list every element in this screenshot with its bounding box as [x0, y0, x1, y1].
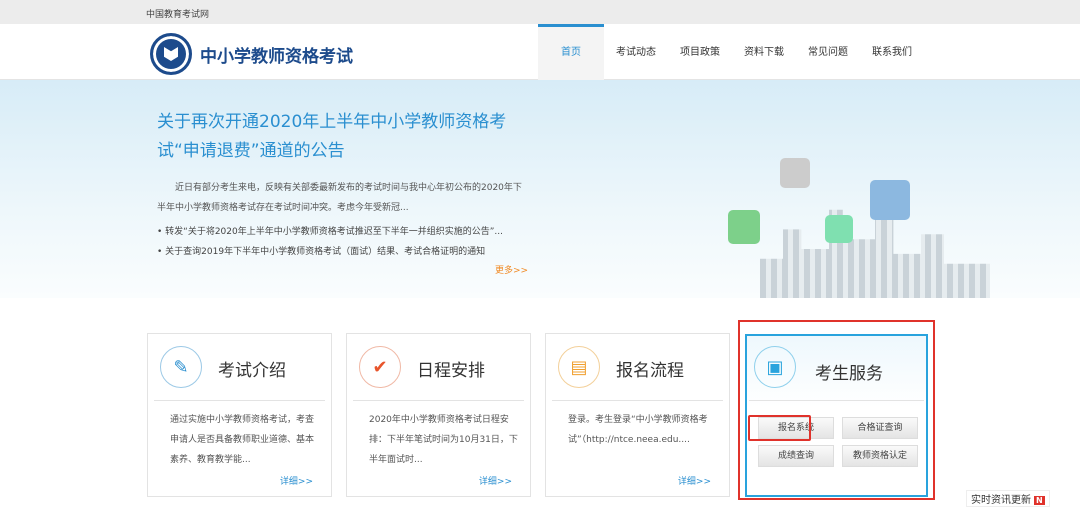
nav-downloads[interactable]: 资料下载 [732, 24, 796, 80]
card-exam-intro[interactable]: ✎ 考试介绍 通过实施中小学教师资格考试，考查申请人是否具备教师职业道德、基本素… [147, 333, 332, 497]
nav-faq[interactable]: 常见问题 [796, 24, 860, 80]
banner: 关于再次开通2020年上半年中小学教师资格考试“申请退费”通道的公告 近日有部分… [0, 80, 1080, 298]
header: 中小学教师资格考试 首页 考试动态 项目政策 资料下载 常见问题 联系我们 [0, 24, 1080, 80]
main-nav: 首页 考试动态 项目政策 资料下载 常见问题 联系我们 [538, 24, 924, 80]
highlight-box: ▣ 考生服务 报名系统 合格证查询 成绩查询 教师资格认定 [738, 320, 935, 500]
cube-illustration [825, 215, 853, 243]
teacher-certification-button[interactable]: 教师资格认定 [842, 445, 918, 467]
banner-title[interactable]: 关于再次开通2020年上半年中小学教师资格考试“申请退费”通道的公告 [157, 108, 517, 166]
card-more-link[interactable]: 详细>> [280, 474, 313, 487]
card-title: 考生服务 [815, 364, 883, 384]
contacts-icon: ▣ [754, 346, 796, 388]
live-updates[interactable]: 实时资讯更新 N [966, 490, 1050, 507]
top-bar: 中国教育考试网 [0, 0, 1080, 24]
banner-summary: 近日有部分考生来电，反映有关部委最新发布的考试时间与我中心年初公布的2020年下… [157, 183, 522, 213]
site-link[interactable]: 中国教育考试网 [146, 10, 209, 20]
news-link[interactable]: 转发“关于将2020年上半年中小学教师资格考试推迟至下半年一并组织实施的公告”.… [157, 222, 503, 242]
check-icon: ✔ [359, 346, 401, 388]
card-title: 考试介绍 [218, 361, 286, 381]
card-more-link[interactable]: 详细>> [479, 474, 512, 487]
card-schedule[interactable]: ✔ 日程安排 2020年中小学教师资格考试日程安排：下半年笔试时间为10月31日… [346, 333, 531, 497]
score-query-button[interactable]: 成绩查询 [758, 445, 834, 467]
card-text: 登录。考生登录“中小学教师资格考试”（http://ntce.neea.edu.… [568, 415, 708, 445]
card-more-link[interactable]: 详细>> [678, 474, 711, 487]
more-link[interactable]: 更多>> [495, 263, 528, 276]
card-title: 报名流程 [616, 361, 684, 381]
form-icon: ▤ [558, 346, 600, 388]
info-cards: ✎ 考试介绍 通过实施中小学教师资格考试，考查申请人是否具备教师职业道德、基本素… [147, 333, 730, 497]
site-title[interactable]: 中小学教师资格考试 [200, 42, 353, 67]
news-link[interactable]: 关于查询2019年下半年中小学教师资格考试（面试）结果、考试合格证明的通知 [157, 242, 503, 262]
card-title: 日程安排 [417, 361, 485, 381]
nav-news[interactable]: 考试动态 [604, 24, 668, 80]
card-text: 2020年中小学教师资格考试日程安排：下半年笔试时间为10月31日，下半年面试时… [369, 415, 518, 465]
news-list: 转发“关于将2020年上半年中小学教师资格考试推迟至下半年一并组织实施的公告”.… [157, 222, 503, 262]
cube-illustration [780, 158, 810, 188]
card-text: 通过实施中小学教师资格考试，考查申请人是否具备教师职业道德、基本素养、教育教学能… [170, 415, 315, 465]
certificate-query-button[interactable]: 合格证查询 [842, 417, 918, 439]
cube-illustration [728, 210, 760, 244]
nav-contact[interactable]: 联系我们 [860, 24, 924, 80]
logo-icon[interactable] [150, 33, 192, 75]
card-registration-process[interactable]: ▤ 报名流程 登录。考生登录“中小学教师资格考试”（http://ntce.ne… [545, 333, 730, 497]
nav-policy[interactable]: 项目政策 [668, 24, 732, 80]
document-icon: ✎ [160, 346, 202, 388]
registration-highlight [748, 415, 811, 441]
nav-home[interactable]: 首页 [538, 24, 604, 80]
cube-illustration [870, 180, 910, 220]
